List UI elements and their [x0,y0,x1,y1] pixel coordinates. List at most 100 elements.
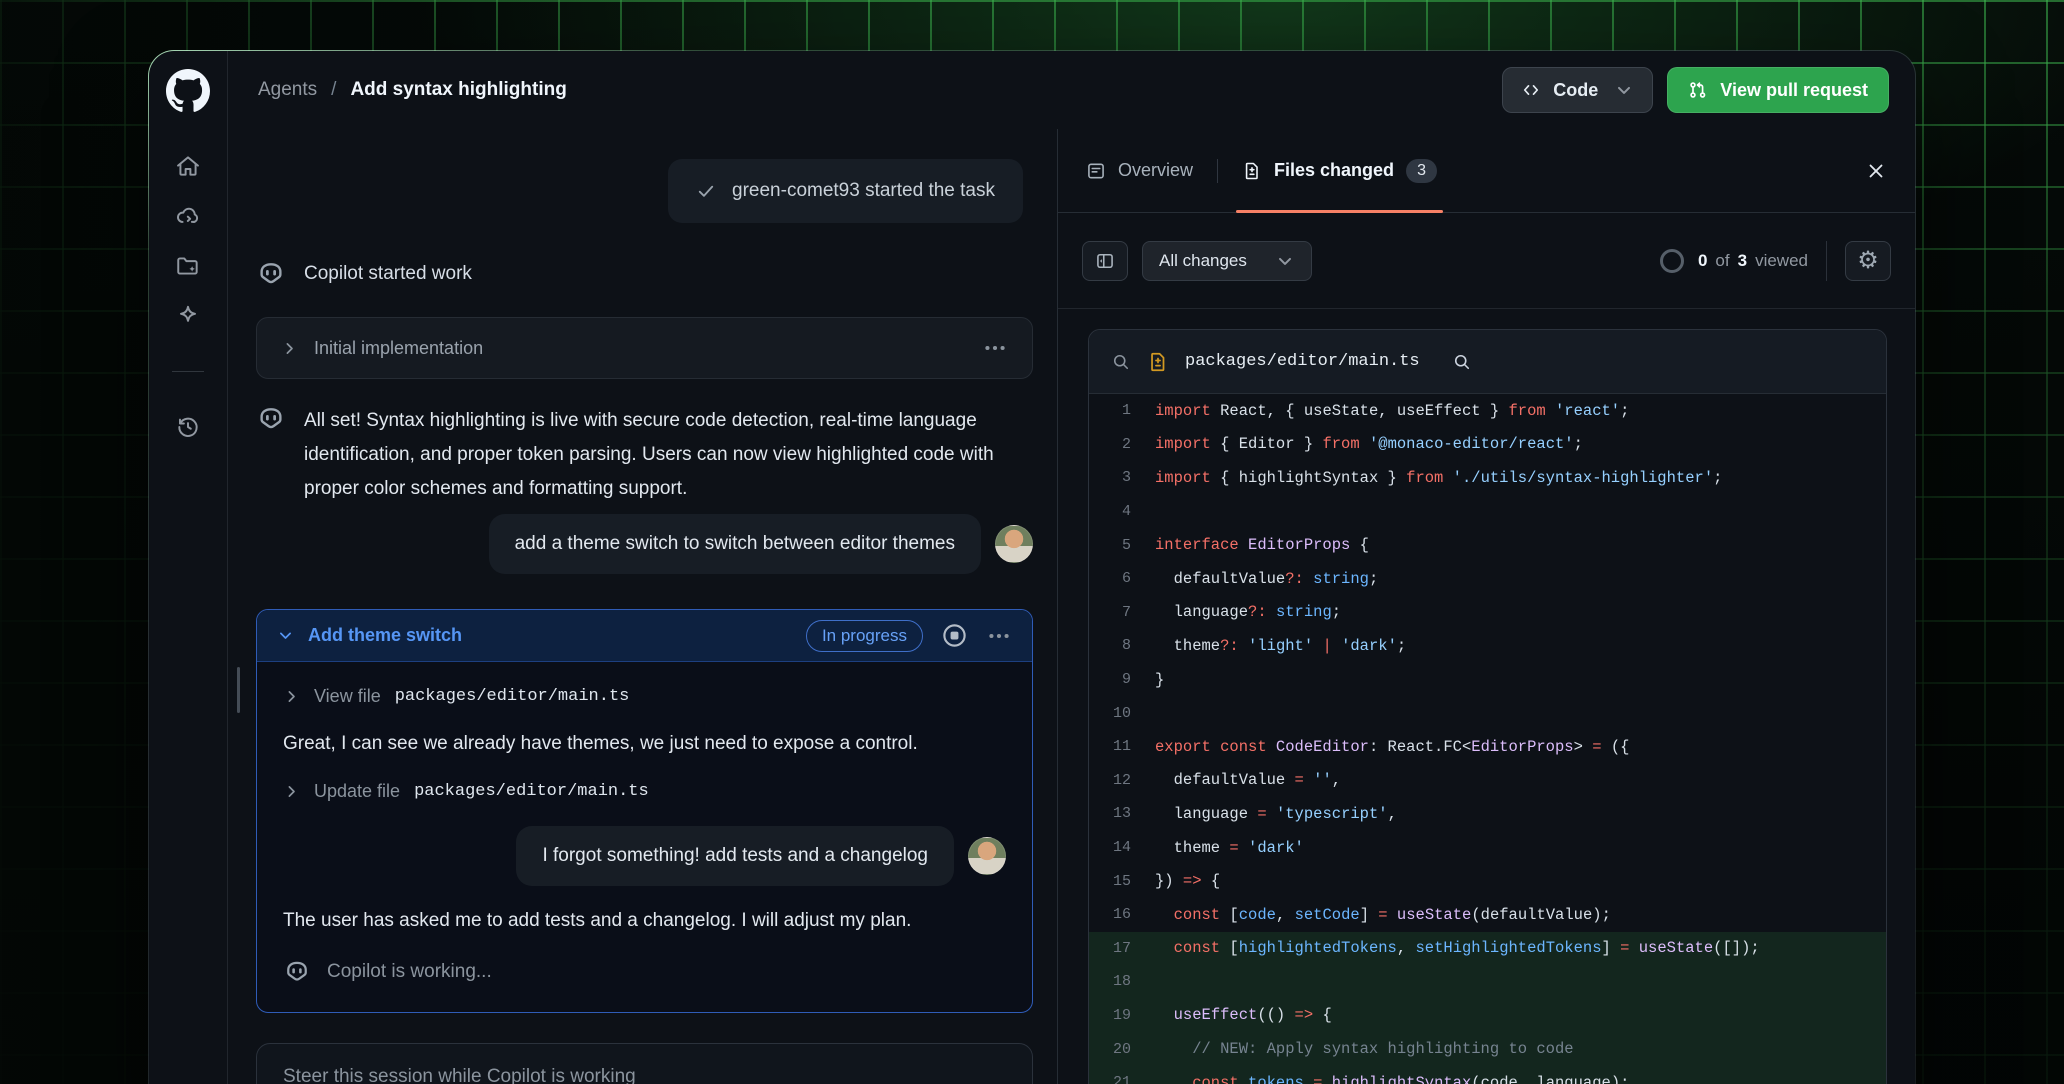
line-number: 19 [1089,1007,1155,1024]
chat-column: green-comet93 started the task Copilot s… [228,129,1057,1084]
desktop-background: Agents / Add syntax highlighting Code Vi… [0,0,2064,1084]
left-rail [149,51,228,1084]
file-diff-card: packages/editor/main.ts 1import React, {… [1088,329,1887,1084]
line-number: 13 [1089,805,1155,822]
cloud-code-icon[interactable] [175,203,201,229]
rail-nav [172,153,204,440]
task-card-header[interactable]: Add theme switch In progress [257,610,1032,662]
user-avatar[interactable] [995,525,1033,563]
line-number: 12 [1089,772,1155,789]
scrollbar-thumb[interactable] [237,667,240,713]
active-tab-underline [1236,210,1443,213]
tab-overview[interactable]: Overview [1086,129,1193,212]
line-content: defaultValue = '', [1155,771,1341,789]
code-line: 17 const [highlightedTokens, setHighligh… [1089,932,1886,966]
collapse-panel-button[interactable] [1082,241,1128,281]
copilot-started-label: Copilot started work [304,263,472,285]
tab-files-changed[interactable]: Files changed 3 [1242,129,1437,212]
ellipsis-icon[interactable] [982,335,1008,361]
changed-file-icon [1147,351,1169,373]
copilot-note: The user has asked me to add tests and a… [283,910,1006,932]
code-line: 5interface EditorProps { [1089,528,1886,562]
header-actions: Code View pull request [1502,67,1889,113]
viewed-progress-ring [1660,249,1684,273]
code-line: 1import React, { useState, useEffect } f… [1089,394,1886,428]
overview-icon [1086,161,1106,181]
line-content: import { highlightSyntax } from './utils… [1155,469,1722,487]
chevron-right-icon [283,783,300,800]
tab-separator [1217,159,1218,183]
stop-icon[interactable] [941,622,968,649]
view-pull-request-label: View pull request [1720,80,1868,101]
line-number: 7 [1089,604,1155,621]
view-pull-request-button[interactable]: View pull request [1667,67,1889,113]
history-icon[interactable] [175,414,201,440]
ellipsis-icon[interactable] [986,623,1012,649]
update-file-path: packages/editor/main.ts [414,782,649,801]
code-diff-view[interactable]: 1import React, { useState, useEffect } f… [1089,394,1886,1084]
initial-implementation-card[interactable]: Initial implementation [256,317,1033,379]
code-line: 20 // NEW: Apply syntax highlighting to … [1089,1032,1886,1066]
code-button[interactable]: Code [1502,67,1653,113]
breadcrumb: Agents / Add syntax highlighting [258,79,567,101]
copilot-icon [256,259,286,289]
search-in-file-icon[interactable] [1452,352,1472,372]
line-content: theme = 'dark' [1155,839,1304,857]
close-icon[interactable] [1865,160,1887,182]
panel-tabs: Overview Files changed 3 [1058,129,1915,213]
new-project-folder-icon[interactable] [175,253,201,279]
diff-settings-button[interactable]: ⚙ [1845,241,1891,281]
chevron-down-icon [1614,80,1634,100]
task-card-body: View file packages/editor/main.ts Great,… [257,662,1032,1012]
copilot-summary: All set! Syntax highlighting is live wit… [256,404,1033,506]
file-path: packages/editor/main.ts [1185,352,1420,371]
home-icon[interactable] [175,153,201,179]
code-line: 21 const tokens = highlightSyntax(code, … [1089,1066,1886,1084]
copilot-working-label: Copilot is working... [327,961,492,983]
code-line: 12 defaultValue = '', [1089,764,1886,798]
line-number: 3 [1089,469,1155,486]
file-header[interactable]: packages/editor/main.ts [1089,330,1886,394]
line-content: // NEW: Apply syntax highlighting to cod… [1155,1040,1574,1058]
line-content: import React, { useState, useEffect } fr… [1155,402,1629,420]
line-number: 14 [1089,839,1155,856]
update-file-row[interactable]: Update file packages/editor/main.ts [283,781,1006,802]
viewed-count: 0 [1698,251,1707,271]
line-number: 5 [1089,537,1155,554]
code-line: 7 language?: string; [1089,596,1886,630]
steer-input[interactable] [283,1066,1006,1084]
steer-input-card [256,1043,1033,1084]
tab-overview-label: Overview [1118,160,1193,181]
breadcrumb-section[interactable]: Agents [258,79,317,101]
github-logo-icon[interactable] [166,69,210,113]
line-content: }) => { [1155,872,1220,890]
breadcrumb-separator: / [331,79,336,101]
status-badge: In progress [806,620,923,652]
line-number: 6 [1089,570,1155,587]
line-number: 4 [1089,503,1155,520]
code-line: 4 [1089,495,1886,529]
line-number: 9 [1089,671,1155,688]
line-content: } [1155,671,1164,689]
view-file-path: packages/editor/main.ts [395,687,630,706]
line-number: 1 [1089,402,1155,419]
app-window: Agents / Add syntax highlighting Code Vi… [148,50,1916,1084]
session-status-pill: green-comet93 started the task [668,159,1023,223]
code-line: 16 const [code, setCode] = useState(defa… [1089,898,1886,932]
view-file-row[interactable]: View file packages/editor/main.ts [283,686,1006,707]
user-message-row: add a theme switch to switch between edi… [256,514,1033,574]
copilot-sparkle-icon[interactable] [175,303,201,329]
user-message-bubble: add a theme switch to switch between edi… [489,514,981,574]
code-brackets-icon [1521,80,1541,100]
copilot-note: Great, I can see we already have themes,… [283,733,1006,755]
copilot-icon [283,958,311,986]
toolbar-divider [1826,241,1827,281]
changes-filter-select[interactable]: All changes [1142,241,1312,281]
code-line: 14 theme = 'dark' [1089,831,1886,865]
task-card-title: Add theme switch [308,625,462,646]
line-content: export const CodeEditor: React.FC<Editor… [1155,738,1629,756]
code-line: 9} [1089,663,1886,697]
line-number: 21 [1089,1074,1155,1084]
line-content: language?: string; [1155,603,1341,621]
user-avatar[interactable] [968,837,1006,875]
